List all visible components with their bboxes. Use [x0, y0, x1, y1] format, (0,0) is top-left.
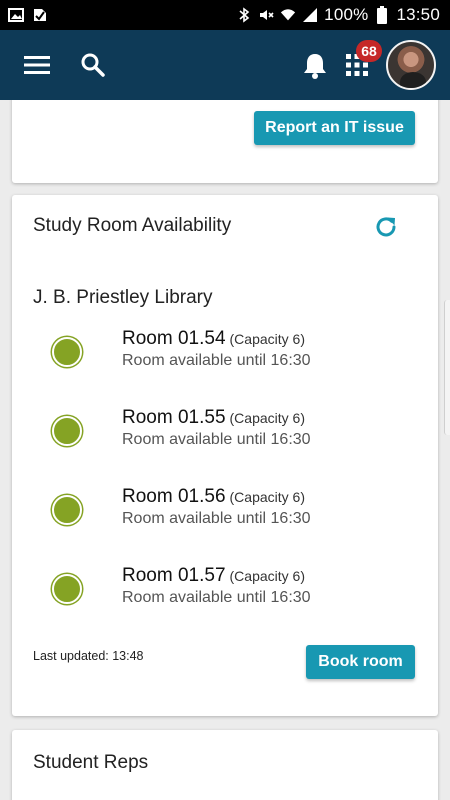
available-status-icon: [52, 416, 82, 446]
room-status: Room available until 16:30: [122, 352, 311, 369]
room-capacity: (Capacity 6): [229, 568, 305, 584]
image-icon: [8, 7, 24, 23]
app-bar-left: [24, 52, 106, 78]
avatar[interactable]: [386, 40, 436, 90]
it-support-card: Report an IT issue: [12, 100, 438, 183]
bluetooth-icon: [236, 7, 252, 23]
main-content[interactable]: Report an IT issue Study Room Availabili…: [0, 100, 450, 800]
room-status: Room available until 16:30: [122, 589, 311, 606]
search-icon[interactable]: [80, 52, 106, 78]
bell-icon[interactable]: [302, 51, 328, 79]
available-status-icon: [52, 337, 82, 367]
study-room-card: Study Room Availability J. B. Priestley …: [12, 195, 438, 716]
list-item: Room 01.54 (Capacity 6) Room available un…: [12, 328, 438, 388]
room-status: Room available until 16:30: [122, 510, 311, 527]
clock: 13:50: [396, 5, 440, 24]
student-reps-card: Student Reps: [12, 730, 438, 800]
available-status-icon: [52, 495, 82, 525]
battery-icon: [374, 6, 390, 24]
list-item: Room 01.57 (Capacity 6) Room available un…: [12, 565, 438, 625]
status-right: 100% 13:50: [236, 5, 440, 25]
refresh-icon[interactable]: [372, 213, 400, 241]
menu-icon[interactable]: [24, 55, 50, 75]
status-bar: 100% 13:50: [0, 0, 450, 30]
battery-percent: 100%: [324, 5, 369, 24]
app-bar-right: 68: [302, 40, 436, 90]
book-room-button[interactable]: Book room: [306, 645, 415, 679]
status-left: [8, 7, 48, 23]
room-name: Room 01.56 (Capacity 6): [122, 486, 305, 508]
card-title: Study Room Availability: [33, 215, 232, 236]
report-it-issue-button[interactable]: Report an IT issue: [254, 111, 415, 145]
library-name: J. B. Priestley Library: [33, 287, 213, 308]
room-capacity: (Capacity 6): [229, 489, 305, 505]
app-bar: 68: [0, 30, 450, 100]
room-status: Room available until 16:30: [122, 431, 311, 448]
room-name: Room 01.57 (Capacity 6): [122, 565, 305, 587]
room-number: Room 01.56: [122, 486, 226, 507]
download-done-icon: [32, 7, 48, 23]
signal-icon: [302, 7, 318, 23]
mute-icon: [258, 7, 274, 23]
apps-grid-icon[interactable]: 68: [346, 40, 382, 76]
scrollbar[interactable]: [444, 300, 450, 435]
notification-badge: 68: [356, 40, 382, 62]
list-item: Room 01.56 (Capacity 6) Room available un…: [12, 486, 438, 546]
card-title: Student Reps: [33, 752, 149, 773]
room-capacity: (Capacity 6): [229, 410, 305, 426]
room-number: Room 01.55: [122, 407, 226, 428]
room-number: Room 01.57: [122, 565, 226, 586]
last-updated-text: Last updated: 13:48: [33, 649, 144, 663]
room-name: Room 01.54 (Capacity 6): [122, 328, 305, 350]
available-status-icon: [52, 574, 82, 604]
room-number: Room 01.54: [122, 328, 226, 349]
room-capacity: (Capacity 6): [229, 331, 305, 347]
room-name: Room 01.55 (Capacity 6): [122, 407, 305, 429]
wifi-icon: [280, 7, 296, 23]
list-item: Room 01.55 (Capacity 6) Room available un…: [12, 407, 438, 467]
